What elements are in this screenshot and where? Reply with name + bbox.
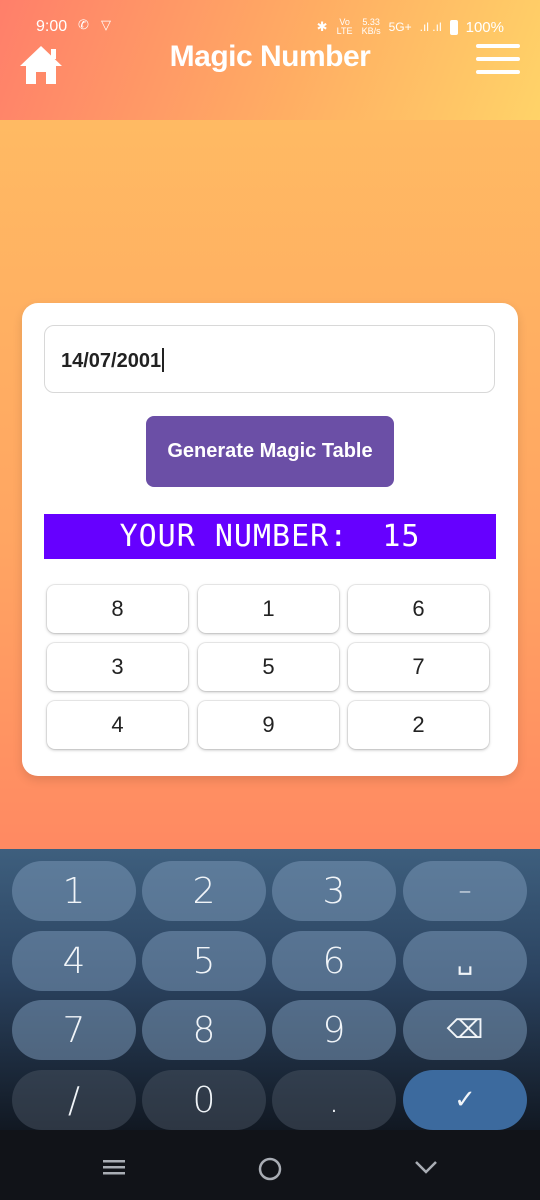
notification-icons: ✆ ▽ [78,18,116,33]
key-0[interactable]: 0 [142,1070,266,1130]
app-header: 9:00 ✆ ▽ ✱ Vo LTE 5.33 KB/s 5G+ .ıl .ıl … [0,0,540,120]
numeric-keyboard: 1 2 3 – 4 5 6 ␣ 7 8 9 ⌫ / 0 . ✓ [0,849,540,1130]
grid-cell: 7 [348,643,489,691]
system-nav-bar [0,1130,540,1200]
key-8[interactable]: 8 [142,1000,266,1060]
back-icon[interactable] [406,1152,446,1182]
magic-card: 14/07/2001 Generate Magic Table YOUR NUM… [22,303,518,776]
grid-cell: 9 [198,701,339,749]
key-7[interactable]: 7 [12,1000,136,1060]
key-2[interactable]: 2 [142,861,266,921]
grid-cell: 8 [47,585,188,633]
status-bar: 9:00 ✆ ▽ ✱ Vo LTE 5.33 KB/s 5G+ .ıl .ıl … [0,0,540,40]
grid-cell: 2 [348,701,489,749]
backspace-key-icon[interactable]: ⌫ [403,1000,527,1060]
battery-icon [449,19,458,35]
nav-home-icon[interactable] [250,1152,290,1182]
grid-cell: 5 [198,643,339,691]
done-key-check-icon[interactable]: ✓ [403,1070,527,1130]
key-1[interactable]: 1 [12,861,136,921]
key-6[interactable]: 6 [272,931,396,991]
key-4[interactable]: 4 [12,931,136,991]
grid-cell: 1 [198,585,339,633]
network-type: 5G+ [388,20,412,34]
key-9[interactable]: 9 [272,1000,396,1060]
your-number-banner: YOUR NUMBER: 15 [44,514,496,559]
key-period[interactable]: . [272,1070,396,1130]
signal-icon: .ıl .ıl [419,20,442,34]
key-3[interactable]: 3 [272,861,396,921]
key-dash[interactable]: – [403,861,527,921]
status-right: ✱ Vo LTE 5.33 KB/s 5G+ .ıl .ıl 100% [317,18,504,36]
text-caret [162,348,165,372]
recents-icon[interactable] [94,1152,134,1182]
key-slash[interactable]: / [12,1070,136,1130]
generate-magic-table-button[interactable]: Generate Magic Table [146,416,394,487]
key-5[interactable]: 5 [142,931,266,991]
grid-cell: 4 [47,701,188,749]
grid-cell: 6 [348,585,489,633]
page-title: Magic Number [169,40,371,73]
battery-level: 100% [465,18,504,36]
space-key-icon[interactable]: ␣ [403,931,527,991]
volte-indicator: Vo LTE [336,17,353,36]
speed-unit: KB/s [361,26,381,36]
hamburger-menu-icon [476,44,520,48]
status-time: 9:00 [36,18,68,35]
your-number-value: 15 [382,519,421,554]
hamburger-line [476,70,520,74]
bluetooth-icon: ✱ [316,19,328,34]
speed-indicator: 5.33 KB/s [362,18,381,36]
date-input-value: 14/07/2001 [61,350,162,372]
grid-cell: 3 [47,643,188,691]
date-input[interactable]: 14/07/2001 [44,325,495,393]
your-number-label: YOUR NUMBER: [119,519,349,554]
menu-button[interactable] [476,44,520,78]
hamburger-line [476,57,520,61]
